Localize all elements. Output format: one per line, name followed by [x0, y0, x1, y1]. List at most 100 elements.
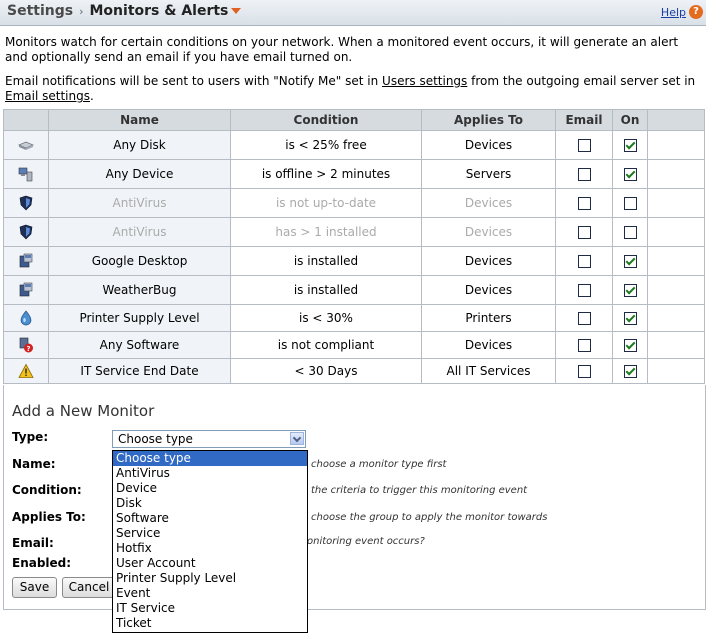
monitor-condition-cell[interactable]: is < 25% free [230, 130, 422, 160]
name-hint: choose a monitor type first [311, 459, 447, 470]
monitor-applies-to-cell[interactable]: Devices [421, 188, 556, 218]
email-cell [555, 159, 613, 189]
monitor-name-cell[interactable]: Any Device [48, 159, 231, 189]
name-column-header[interactable]: Name [48, 109, 231, 131]
help-link[interactable]: Help [661, 6, 686, 19]
type-option[interactable]: Service [113, 526, 307, 541]
monitor-applies-to-cell[interactable]: All IT Services [421, 358, 556, 384]
on-cell [612, 275, 648, 305]
type-option[interactable]: Printer Supply Level [113, 571, 307, 586]
monitor-applies-to-cell[interactable]: Devices [421, 130, 556, 160]
email-settings-link[interactable]: Email settings [5, 89, 90, 103]
type-option[interactable]: Choose type [113, 451, 307, 466]
type-option[interactable]: AntiVirus [113, 466, 307, 481]
on-checkbox[interactable] [623, 226, 637, 239]
table-row[interactable]: Printer Supply Level is < 30% Printers [3, 304, 705, 332]
applies-to-label: Applies To: [12, 510, 86, 524]
applies-to-column-header[interactable]: Applies To [421, 109, 556, 131]
monitor-applies-to-cell[interactable]: Devices [421, 331, 556, 359]
monitor-name-cell[interactable]: WeatherBug [48, 275, 231, 305]
email-checkbox[interactable] [577, 365, 591, 378]
monitor-applies-to-cell[interactable]: Devices [421, 217, 556, 247]
monitor-name-cell[interactable]: Any Software [48, 331, 231, 359]
type-option[interactable]: Device [113, 481, 307, 496]
type-option[interactable]: Ticket [113, 616, 307, 631]
monitor-condition-cell[interactable]: is not compliant [230, 331, 422, 359]
monitor-condition-cell[interactable]: is not up-to-date [230, 188, 422, 218]
monitor-name-cell[interactable]: Printer Supply Level [48, 304, 231, 332]
email-checkbox[interactable] [577, 284, 591, 297]
monitor-condition-cell[interactable]: < 30 Days [230, 358, 422, 384]
monitor-condition-cell[interactable]: is installed [230, 246, 422, 276]
on-checkbox[interactable] [623, 312, 637, 325]
on-checkbox[interactable] [623, 365, 637, 378]
table-row[interactable]: WeatherBug is installed Devices [3, 275, 705, 305]
users-settings-link[interactable]: Users settings [382, 74, 467, 88]
monitor-name-cell[interactable]: IT Service End Date [48, 358, 231, 384]
email-checkbox[interactable] [577, 226, 591, 239]
email-notice-text: Email notifications will be sent to user… [5, 74, 383, 88]
email-checkbox[interactable] [577, 168, 591, 181]
blank-cell [647, 130, 705, 160]
table-row[interactable]: AntiVirus is not up-to-date Devices [3, 188, 705, 218]
device-icon [18, 166, 34, 182]
condition-hint: the criteria to trigger this monitoring … [311, 485, 528, 496]
row-icon-cell [3, 188, 49, 218]
email-checkbox[interactable] [577, 312, 591, 325]
on-checkbox[interactable] [623, 139, 637, 152]
monitor-name-cell[interactable]: Any Disk [48, 130, 231, 160]
type-option[interactable]: Disk [113, 496, 307, 511]
breadcrumb-settings[interactable]: Settings [7, 3, 73, 19]
monitor-name-cell[interactable]: AntiVirus [48, 217, 231, 247]
condition-column-header[interactable]: Condition [230, 109, 422, 131]
breadcrumb-monitors-alerts[interactable]: Monitors & Alerts [90, 3, 229, 19]
email-checkbox[interactable] [577, 197, 591, 210]
chevron-down-icon[interactable] [290, 432, 304, 445]
email-checkbox[interactable] [577, 139, 591, 152]
on-checkbox[interactable] [623, 197, 637, 210]
monitor-name-cell[interactable]: Google Desktop [48, 246, 231, 276]
type-option[interactable]: Event [113, 586, 307, 601]
antivirus-shield-icon [18, 195, 34, 211]
cancel-button[interactable]: Cancel [62, 577, 116, 598]
blank-cell [647, 188, 705, 218]
row-icon-cell [3, 304, 49, 332]
table-row[interactable]: Any Disk is < 25% free Devices [3, 130, 705, 160]
type-option[interactable]: Software [113, 511, 307, 526]
monitor-applies-to-cell[interactable]: Devices [421, 246, 556, 276]
on-checkbox[interactable] [623, 284, 637, 297]
email-cell [555, 358, 613, 384]
monitor-condition-cell[interactable]: is < 30% [230, 304, 422, 332]
table-row[interactable]: ? Any Software is not compliant Devices [3, 331, 705, 359]
email-cell [555, 246, 613, 276]
table-row[interactable]: Any Device is offline > 2 minutes Servers [3, 159, 705, 189]
email-cell [555, 130, 613, 160]
breadcrumb: Settings › Monitors & Alerts [7, 3, 242, 19]
type-option[interactable]: User Account [113, 556, 307, 571]
email-checkbox[interactable] [577, 255, 591, 268]
monitor-applies-to-cell[interactable]: Devices [421, 275, 556, 305]
monitor-applies-to-cell[interactable]: Servers [421, 159, 556, 189]
condition-label: Condition: [12, 483, 82, 497]
monitor-condition-cell[interactable]: has > 1 installed [230, 217, 422, 247]
table-row[interactable]: Google Desktop is installed Devices [3, 246, 705, 276]
on-checkbox[interactable] [623, 168, 637, 181]
type-select[interactable]: Choose type [112, 430, 306, 448]
type-dropdown-list: Choose type AntiVirus Device Disk Software Se… [112, 450, 308, 633]
save-button[interactable]: Save [12, 577, 57, 598]
email-checkbox[interactable] [577, 339, 591, 352]
table-row[interactable]: AntiVirus has > 1 installed Devices [3, 217, 705, 247]
monitor-condition-cell[interactable]: is offline > 2 minutes [230, 159, 422, 189]
type-option[interactable]: Hotfix [113, 541, 307, 556]
on-cell [612, 217, 648, 247]
monitor-applies-to-cell[interactable]: Printers [421, 304, 556, 332]
monitor-name-cell[interactable]: AntiVirus [48, 188, 231, 218]
dropdown-caret-icon[interactable] [231, 8, 242, 14]
help-icon[interactable]: ? [689, 5, 703, 19]
type-option[interactable]: IT Service [113, 601, 307, 616]
row-icon-cell: ? [3, 331, 49, 359]
table-row[interactable]: IT Service End Date < 30 Days All IT Servi… [3, 358, 705, 384]
monitor-condition-cell[interactable]: is installed [230, 275, 422, 305]
on-checkbox[interactable] [623, 255, 637, 268]
on-checkbox[interactable] [623, 339, 637, 352]
